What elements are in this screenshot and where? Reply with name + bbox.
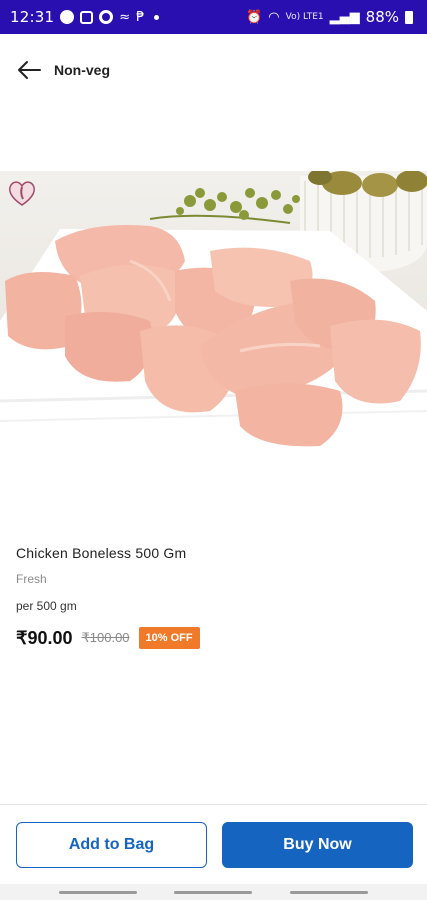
back-button[interactable] <box>14 55 44 85</box>
original-price: ₹100.00 <box>81 630 130 645</box>
system-nav-bar <box>0 884 427 900</box>
nav-recents-button[interactable] <box>58 890 137 894</box>
more-notifications-icon <box>154 14 160 20</box>
product-info: Chicken Boneless 500 Gm Fresh per 500 gm… <box>16 545 411 649</box>
price-row: ₹90.00 ₹100.00 10% OFF <box>16 627 411 649</box>
product-name: Chicken Boneless 500 Gm <box>16 545 187 561</box>
status-right: ⏰ ◠ Vo) LTE1 ▂▄▆ 88% <box>246 8 413 26</box>
paytm-icon: ₱ <box>136 9 145 25</box>
add-to-bag-button[interactable]: Add to Bag <box>16 822 207 868</box>
bottom-action-bar: Add to Bag Buy Now <box>0 804 427 884</box>
app-notification-icon: ≈ <box>119 9 131 25</box>
record-icon <box>99 10 114 24</box>
screen-share-icon <box>80 10 94 24</box>
wifi-icon: ◠ <box>268 9 280 25</box>
battery-percentage: 88% <box>365 8 399 26</box>
selling-price: ₹90.00 <box>16 627 73 648</box>
product-unit: per 500 gm <box>16 599 77 613</box>
discount-badge: 10% OFF <box>138 627 200 649</box>
page-title: Non-veg <box>54 62 110 78</box>
herbs <box>149 188 300 224</box>
nav-back-button[interactable] <box>290 890 369 894</box>
nav-home-button[interactable] <box>174 890 253 894</box>
chicken-photo <box>0 171 427 456</box>
arrow-left-icon <box>18 61 41 79</box>
phone-call-icon <box>60 10 75 24</box>
status-bar: 12:31 ≈ ₱ ⏰ ◠ Vo) LTE1 ▂▄▆ 88% <box>0 0 427 34</box>
heart-icon <box>9 181 35 206</box>
buy-now-button[interactable]: Buy Now <box>222 822 413 868</box>
status-time: 12:31 <box>10 8 55 26</box>
product-image <box>0 171 427 456</box>
status-left: 12:31 ≈ ₱ <box>10 8 160 26</box>
signal-icon: ▂▄▆ <box>329 9 360 25</box>
battery-icon <box>405 10 413 24</box>
carrier-label: Vo) LTE1 <box>285 12 324 22</box>
alarm-icon: ⏰ <box>246 9 263 25</box>
wishlist-button[interactable] <box>6 177 38 209</box>
product-tag: Fresh <box>16 572 47 586</box>
app-header: Non-veg <box>0 34 427 106</box>
